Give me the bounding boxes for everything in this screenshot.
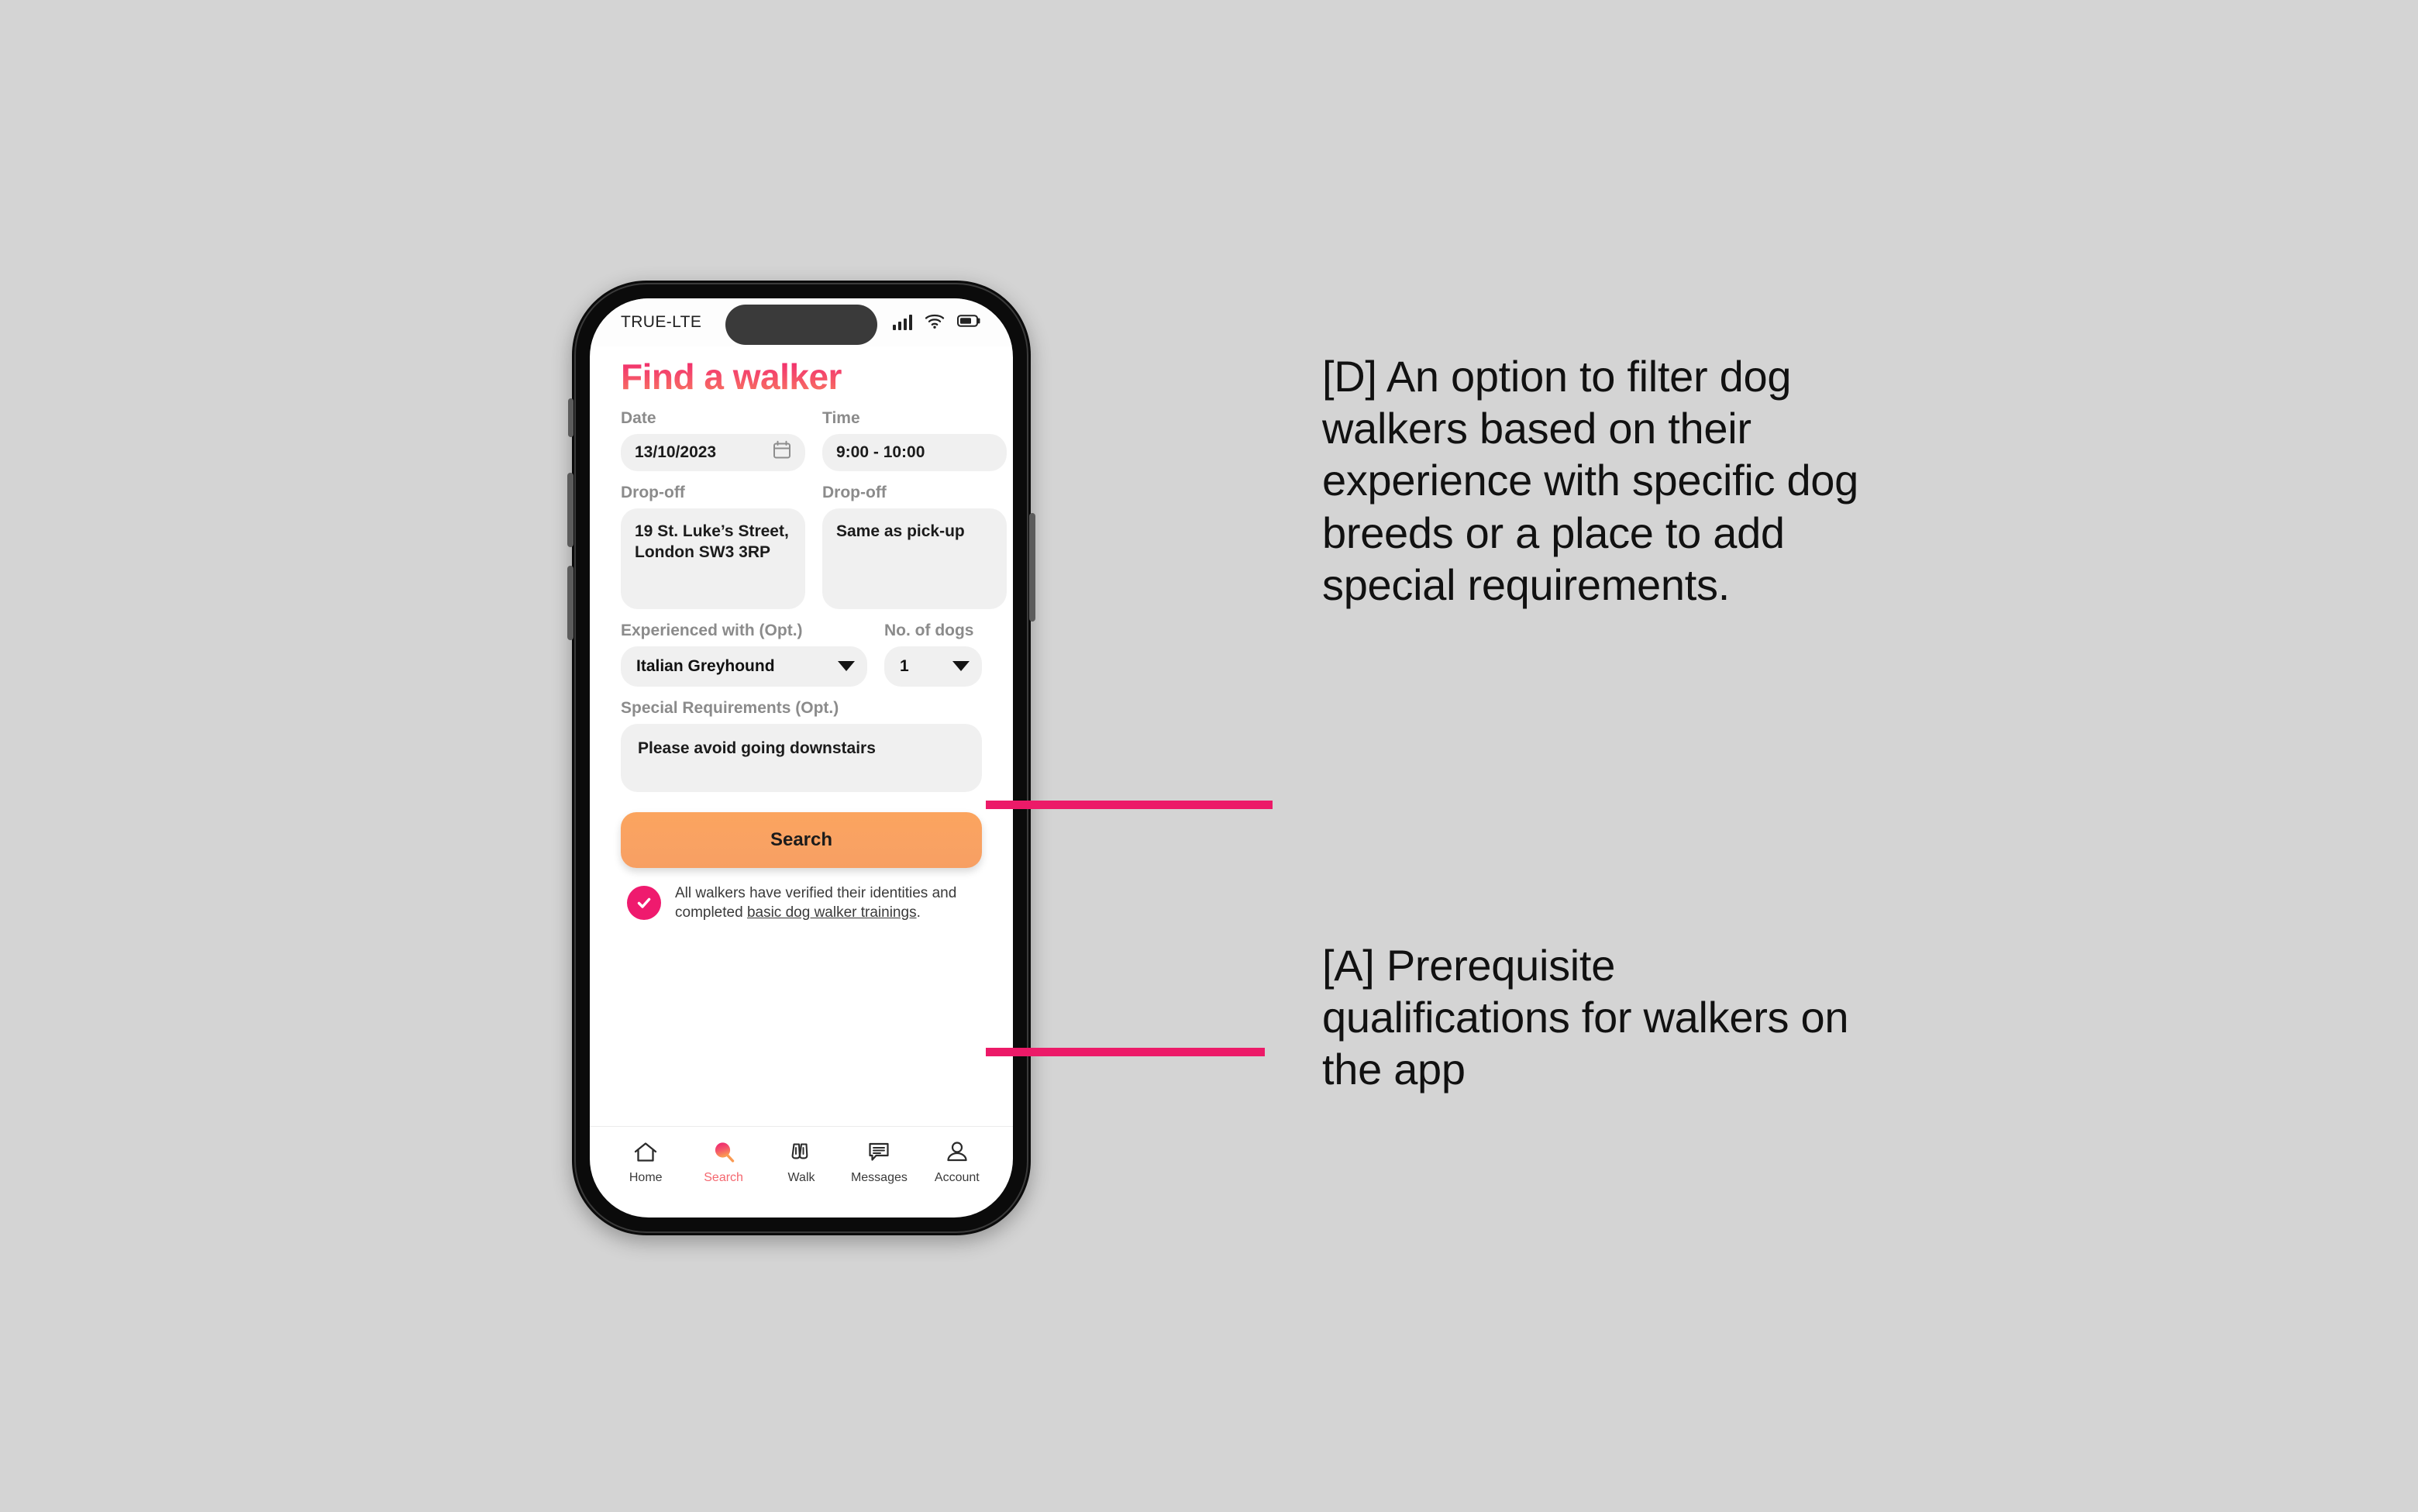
- date-label: Date: [621, 408, 656, 427]
- walk-icon: [789, 1139, 814, 1166]
- special-requirements-value: Please avoid going downstairs: [638, 739, 876, 757]
- volume-up-button[interactable]: [567, 473, 574, 547]
- verified-note-text: All walkers have verified their identiti…: [675, 883, 982, 923]
- no-of-dogs-select[interactable]: 1: [884, 646, 982, 687]
- calendar-icon: [773, 440, 791, 464]
- date-input[interactable]: 13/10/2023: [621, 433, 805, 471]
- wifi-icon: [925, 313, 945, 332]
- experienced-with-value: Italian Greyhound: [636, 656, 775, 675]
- bottom-navigation: Home Search Walk Messages Account: [590, 1126, 1013, 1218]
- verified-text-link[interactable]: basic dog walker trainings: [747, 904, 917, 921]
- nav-item-home[interactable]: Home: [607, 1139, 684, 1185]
- page-title: Find a walker: [621, 357, 982, 397]
- check-circle-icon: [627, 886, 661, 921]
- no-of-dogs-label: No. of dogs: [884, 621, 974, 639]
- chevron-down-icon: [838, 661, 855, 672]
- account-icon: [946, 1139, 969, 1166]
- pickup-address-group: Drop-off 19 St. Luke’s Street, London SW…: [621, 484, 805, 609]
- volume-down-button[interactable]: [567, 566, 574, 640]
- no-of-dogs-group: No. of dogs 1: [884, 622, 982, 687]
- nav-item-search[interactable]: Search: [684, 1139, 762, 1185]
- search-button[interactable]: Search: [621, 811, 982, 868]
- special-requirements-input[interactable]: Please avoid going downstairs: [621, 723, 982, 792]
- dropoff-address-value: Same as pick-up: [836, 522, 965, 540]
- dropoff-address-group: Drop-off Same as pick-up: [822, 484, 1007, 609]
- silence-switch-button[interactable]: [568, 398, 574, 437]
- phone-screen: TRUE-LTE Find a walker Date 13/10/2023 T…: [590, 298, 1013, 1218]
- dropoff-address-input[interactable]: Same as pick-up: [822, 508, 1007, 609]
- leader-line-a: [986, 1048, 1265, 1056]
- pickup-dropoff-label: Drop-off: [621, 483, 685, 501]
- annotation-a: [A] Prerequisite qualifications for walk…: [1322, 941, 1849, 1094]
- time-input[interactable]: 9:00 - 10:00: [822, 433, 1007, 471]
- nav-label-search: Search: [704, 1171, 743, 1184]
- search-icon: [711, 1139, 736, 1166]
- experienced-with-select[interactable]: Italian Greyhound: [621, 646, 867, 687]
- phone-mockup: TRUE-LTE Find a walker Date 13/10/2023 T…: [567, 281, 1035, 1235]
- pickup-address-value: 19 St. Luke’s Street, London SW3 3RP: [635, 522, 789, 562]
- verified-text-after: .: [916, 904, 921, 921]
- leader-line-d: [986, 801, 1273, 809]
- messages-icon: [867, 1139, 890, 1166]
- nav-label-account: Account: [934, 1171, 980, 1184]
- home-icon: [633, 1139, 658, 1166]
- nav-label-home: Home: [629, 1171, 663, 1184]
- battery-icon: [957, 314, 980, 332]
- date-field-group: Date 13/10/2023: [621, 409, 805, 471]
- date-time-row: Date 13/10/2023 Time 9:00 - 10:00: [621, 409, 1007, 471]
- annotation-d: [D] An option to filter dog walkers base…: [1322, 352, 1858, 609]
- time-field-group: Time 9:00 - 10:00: [822, 409, 1007, 471]
- time-label: Time: [822, 408, 860, 427]
- special-requirements-label: Special Requirements (Opt.): [621, 698, 839, 717]
- time-value: 9:00 - 10:00: [836, 443, 925, 461]
- status-icons: [893, 313, 980, 332]
- date-value: 13/10/2023: [635, 443, 717, 461]
- app-content: Find a walker Date 13/10/2023 Time 9:00 …: [590, 346, 1013, 1218]
- status-bar: TRUE-LTE: [590, 298, 1013, 346]
- nav-item-messages[interactable]: Messages: [840, 1139, 918, 1185]
- experienced-with-group: Experienced with (Opt.) Italian Greyhoun…: [621, 622, 867, 687]
- pickup-address-input[interactable]: 19 St. Luke’s Street, London SW3 3RP: [621, 508, 805, 609]
- power-button[interactable]: [1029, 513, 1035, 622]
- experienced-with-label: Experienced with (Opt.): [621, 621, 803, 639]
- no-of-dogs-value: 1: [900, 656, 909, 675]
- dynamic-island: [725, 305, 877, 345]
- carrier-label: TRUE-LTE: [621, 313, 702, 331]
- special-requirements-group: Special Requirements (Opt.) Please avoid…: [621, 699, 982, 792]
- breed-and-count-row: Experienced with (Opt.) Italian Greyhoun…: [621, 622, 982, 687]
- nav-item-walk[interactable]: Walk: [763, 1139, 840, 1185]
- dropoff-row: Drop-off 19 St. Luke’s Street, London SW…: [621, 484, 1007, 609]
- nav-item-account[interactable]: Account: [918, 1139, 996, 1185]
- nav-label-messages: Messages: [850, 1171, 908, 1184]
- nav-label-walk: Walk: [787, 1171, 815, 1184]
- chevron-down-icon: [952, 661, 970, 672]
- dropoff-label: Drop-off: [822, 483, 887, 501]
- signal-bars-icon: [893, 315, 912, 330]
- verified-note: All walkers have verified their identiti…: [621, 883, 982, 923]
